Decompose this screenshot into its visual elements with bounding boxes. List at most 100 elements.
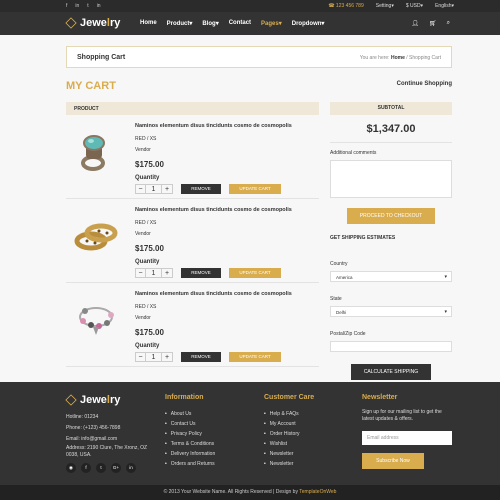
twitter-icon[interactable]: t (87, 3, 88, 9)
continue-shopping-link[interactable]: Continue Shopping (397, 81, 452, 87)
quantity-value[interactable]: 1 (146, 269, 162, 277)
currency-dropdown[interactable]: $ USD▾ (406, 3, 423, 9)
footer-link[interactable]: My Account (264, 419, 314, 429)
product-vendor: Vendor (135, 147, 151, 153)
nav-home[interactable]: Home (140, 20, 157, 27)
footer-link[interactable]: Wishlist (264, 439, 314, 449)
quantity-stepper: − 1 + (135, 352, 173, 362)
nav-dropdown[interactable]: Dropdown▾ (292, 20, 325, 27)
top-bar: f in t in ☎ 123 456 789 Setting▾ $ USD▾ … (0, 0, 500, 12)
footer-social: ◉ f t G+ in (66, 463, 156, 473)
customer-care-heading: Customer Care (264, 394, 315, 401)
quantity-stepper: − 1 + (135, 184, 173, 194)
footer-link[interactable]: About Us (165, 409, 215, 419)
rss-icon[interactable]: ◉ (66, 463, 76, 473)
cart-summary: SUBTOTAL $1,347.00 Additional comments P… (330, 102, 452, 380)
nav-contact[interactable]: Contact (229, 20, 251, 27)
update-cart-button[interactable]: UPDATE CART (229, 268, 281, 278)
nav-product[interactable]: Product▾ (167, 20, 193, 27)
footer-link[interactable]: Terms & Conditions (165, 439, 215, 449)
product-name[interactable]: Naminos elementum disus tincidunts cosmo… (135, 207, 292, 213)
user-icon[interactable]: 👤︎ (411, 20, 419, 27)
designer-link[interactable]: TemplateOnWeb (299, 489, 336, 495)
comments-textarea[interactable] (330, 160, 452, 198)
footer-address: Address: 2190 Clure, The Xronz, OZ 0038,… (66, 445, 148, 458)
product-name[interactable]: Naminos elementum disus tincidunts cosmo… (135, 123, 292, 129)
information-heading: Information (165, 394, 204, 401)
main-nav: Jewelry Home Product▾ Blog▾ Contact Page… (0, 12, 500, 35)
top-phone: ☎ 123 456 789 (328, 3, 364, 9)
logo[interactable]: Jewelry (65, 17, 120, 29)
zip-input[interactable] (330, 341, 452, 352)
footer-link[interactable]: Privacy Policy (165, 429, 215, 439)
diamond-icon (65, 17, 77, 29)
checkout-button[interactable]: PROCEED TO CHECKOUT (347, 208, 435, 224)
footer-link[interactable]: Orders and Returns (165, 459, 215, 469)
product-image-charm-bracelet[interactable] (71, 295, 121, 345)
country-label: Country (330, 261, 348, 267)
product-image-ring[interactable] (71, 127, 121, 177)
minus-icon[interactable]: − (136, 269, 146, 277)
remove-button[interactable]: REMOVE (181, 268, 221, 278)
minus-icon[interactable]: − (136, 353, 146, 361)
nav-pages[interactable]: Pages▾ (261, 20, 282, 27)
quantity-label: Quantity (135, 259, 160, 265)
cart-icon[interactable]: 🛒︎ (429, 20, 437, 27)
footer-link[interactable]: Help & FAQs (264, 409, 314, 419)
product-price: $175.00 (135, 328, 164, 337)
instagram-icon[interactable]: in (97, 3, 101, 9)
product-image-bracelet[interactable] (71, 211, 121, 261)
linkedin-icon[interactable]: in (75, 3, 79, 9)
breadcrumb-home[interactable]: Home (391, 55, 405, 61)
facebook-icon[interactable]: f (81, 463, 91, 473)
quantity-value[interactable]: 1 (146, 185, 162, 193)
quantity-value[interactable]: 1 (146, 353, 162, 361)
comments-label: Additional comments (330, 150, 377, 156)
minus-icon[interactable]: − (136, 185, 146, 193)
top-social-links: f in t in (66, 3, 101, 9)
quantity-label: Quantity (135, 175, 160, 181)
calculate-shipping-button[interactable]: CALCULATE SHIPPING (351, 364, 431, 380)
footer-link[interactable]: Newsletter (264, 459, 314, 469)
quantity-label: Quantity (135, 343, 160, 349)
subtotal-header: SUBTOTAL (330, 102, 452, 115)
footer-link[interactable]: Delivery Information (165, 449, 215, 459)
settings-dropdown[interactable]: Setting▾ (376, 3, 394, 9)
copyright-text: © 2013 Your Website Name. All Rights Res… (163, 489, 298, 495)
state-label: State (330, 296, 342, 302)
product-vendor: Vendor (135, 315, 151, 321)
remove-button[interactable]: REMOVE (181, 352, 221, 362)
newsletter-email-input[interactable]: Email address (362, 431, 452, 445)
update-cart-button[interactable]: UPDATE CART (229, 352, 281, 362)
footer-logo[interactable]: Jewelry (65, 394, 156, 406)
twitter-icon[interactable]: t (96, 463, 106, 473)
cart-item: Naminos elementum disus tincidunts cosmo… (66, 283, 319, 367)
remove-button[interactable]: REMOVE (181, 184, 221, 194)
product-price: $175.00 (135, 244, 164, 253)
product-name[interactable]: Naminos elementum disus tincidunts cosmo… (135, 291, 292, 297)
footer-link[interactable]: Contact Us (165, 419, 215, 429)
subscribe-button[interactable]: Subscribe Now (362, 453, 424, 469)
country-select[interactable]: America (330, 271, 452, 282)
state-select[interactable]: Delhi (330, 306, 452, 317)
linkedin-icon[interactable]: in (126, 463, 136, 473)
cart-item: Naminos elementum disus tincidunts cosmo… (66, 199, 319, 283)
nav-blog[interactable]: Blog▾ (202, 20, 218, 27)
plus-icon[interactable]: + (162, 269, 172, 277)
product-variant: RED / XS (135, 220, 157, 226)
plus-icon[interactable]: + (162, 353, 172, 361)
plus-icon[interactable]: + (162, 185, 172, 193)
product-column-header: PRODUCT (66, 102, 319, 115)
footer-link[interactable]: Order History (264, 429, 314, 439)
product-variant: RED / XS (135, 136, 157, 142)
breadcrumb-current: / Shopping Cart (406, 55, 441, 61)
facebook-icon[interactable]: f (66, 3, 67, 9)
search-icon[interactable]: ⌕ (447, 20, 450, 27)
language-dropdown[interactable]: English▾ (435, 3, 454, 9)
newsletter-heading: Newsletter (362, 394, 398, 401)
update-cart-button[interactable]: UPDATE CART (229, 184, 281, 194)
footer-email: Email: info@gmail.com (66, 436, 118, 442)
copyright-bar: © 2013 Your Website Name. All Rights Res… (0, 485, 500, 500)
footer-link[interactable]: Newsletter (264, 449, 314, 459)
google-plus-icon[interactable]: G+ (111, 463, 121, 473)
